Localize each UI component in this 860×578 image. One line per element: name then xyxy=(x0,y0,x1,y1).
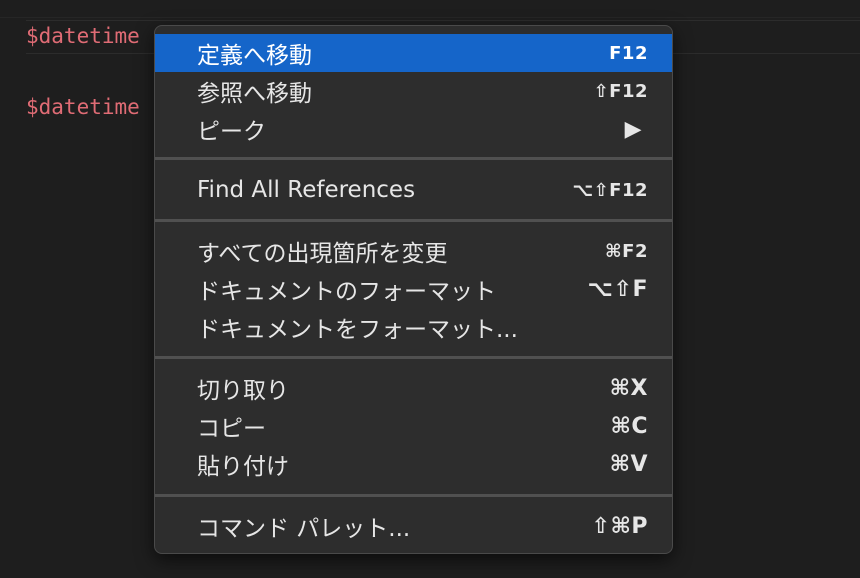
menu-item-label: Find All References xyxy=(197,177,416,203)
menu-item-format-document-with[interactable]: ドキュメントをフォーマット... xyxy=(155,308,672,346)
menu-separator xyxy=(155,356,672,359)
menu-item-paste[interactable]: 貼り付け ⌘V xyxy=(155,445,672,483)
menu-item-label: 切り取り xyxy=(197,378,289,404)
menu-item-shortcut: ⌘F2 xyxy=(604,240,648,262)
menu-item-shortcut: ⇧F12 xyxy=(593,80,648,102)
menu-item-label: 貼り付け xyxy=(197,454,289,480)
menu-item-go-to-references[interactable]: 参照へ移動 ⇧F12 xyxy=(155,72,672,110)
menu-item-shortcut: ⌘C xyxy=(610,413,648,439)
menu-separator xyxy=(155,219,672,222)
menu-item-label: ドキュメントをフォーマット... xyxy=(197,317,518,343)
menu-item-find-all-references[interactable]: Find All References ⌥⇧F12 xyxy=(155,171,672,209)
menu-item-label: すべての出現箇所を変更 xyxy=(197,241,448,267)
menu-item-format-document[interactable]: ドキュメントのフォーマット ⌥⇧F xyxy=(155,270,672,308)
menu-item-copy[interactable]: コピー ⌘C xyxy=(155,407,672,445)
menu-item-peek[interactable]: ピーク ▶ xyxy=(155,110,672,148)
menu-item-command-palette[interactable]: コマンド パレット... ⇧⌘P xyxy=(155,507,672,545)
menu-item-shortcut: ⌥⇧F xyxy=(587,276,648,302)
code-line-1[interactable]: $datetime xyxy=(26,24,140,48)
editor-top-border xyxy=(0,17,860,18)
menu-item-shortcut: ⇧⌘P xyxy=(591,513,648,539)
menu-separator xyxy=(155,157,672,160)
menu-item-label: ピーク xyxy=(197,119,266,145)
context-menu: 定義へ移動 F12 参照へ移動 ⇧F12 ピーク ▶ Find All Refe… xyxy=(154,25,673,554)
menu-item-label: コピー xyxy=(197,416,266,442)
menu-item-label: ドキュメントのフォーマット xyxy=(197,279,496,305)
menu-item-label: コマンド パレット... xyxy=(197,516,411,542)
menu-item-label: 参照へ移動 xyxy=(197,81,312,107)
menu-item-label: 定義へ移動 xyxy=(197,43,312,69)
menu-separator xyxy=(155,494,672,497)
menu-item-shortcut: ⌘X xyxy=(609,375,648,401)
menu-item-shortcut: ⌥⇧F12 xyxy=(572,179,648,201)
menu-item-change-all-occurrences[interactable]: すべての出現箇所を変更 ⌘F2 xyxy=(155,232,672,270)
menu-item-shortcut: F12 xyxy=(609,42,648,64)
code-line-2[interactable]: $datetime xyxy=(26,95,140,119)
submenu-arrow-icon: ▶ xyxy=(624,116,642,142)
menu-item-go-to-definition[interactable]: 定義へ移動 F12 xyxy=(155,34,672,72)
menu-item-shortcut: ⌘V xyxy=(609,451,648,477)
menu-item-cut[interactable]: 切り取り ⌘X xyxy=(155,369,672,407)
